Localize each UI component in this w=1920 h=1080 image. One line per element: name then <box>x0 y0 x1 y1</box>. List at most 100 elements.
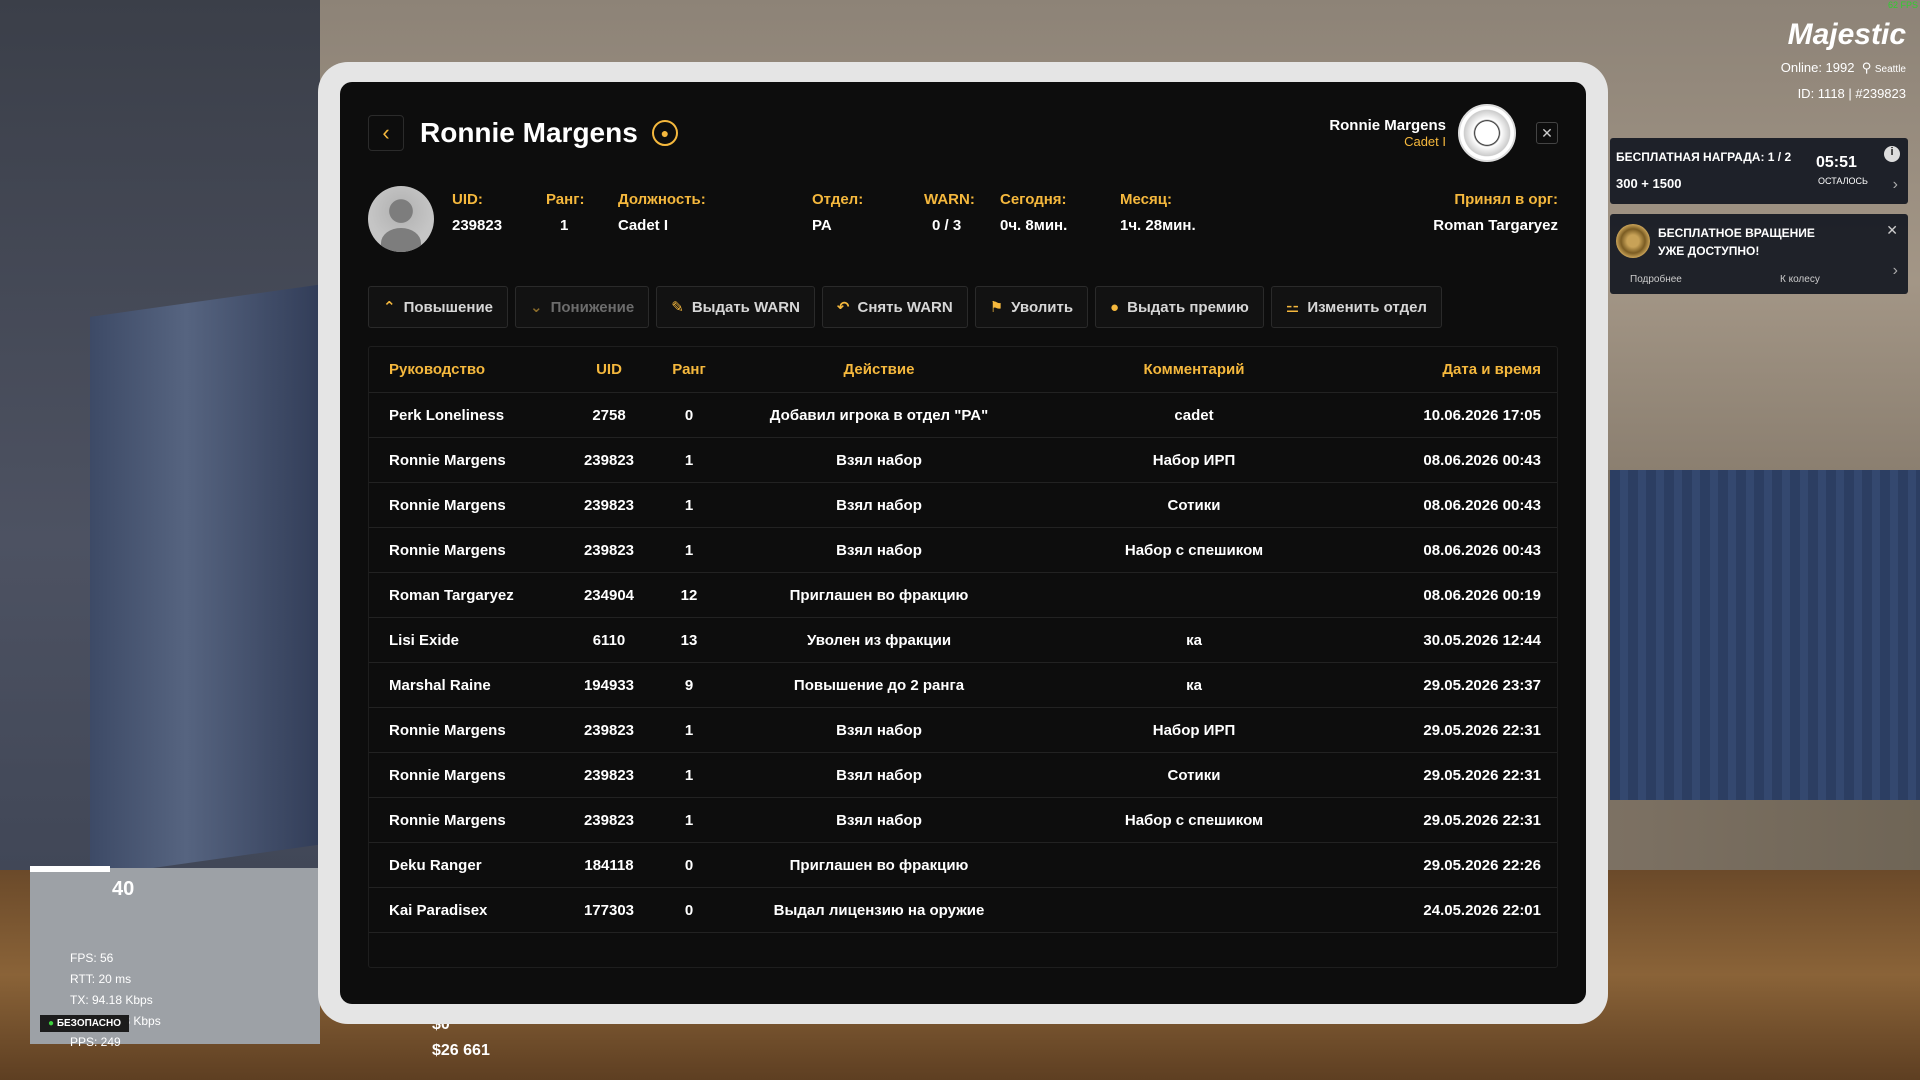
cell-comment: Набор с спешиком <box>1124 541 1264 559</box>
chevron-left-icon: ‹ <box>382 120 390 145</box>
cell-comment: Сотики <box>1167 496 1221 514</box>
table-row: Ronnie Margens 239823 1 Взял набор Сотики 08.… <box>369 483 1557 528</box>
promote-button[interactable]: ⌃ Повышение <box>368 286 509 328</box>
cell-uid: 239823 <box>583 766 635 784</box>
majestic-logo: Majestic <box>1787 18 1906 51</box>
reward-title: БЕСПЛАТНАЯ НАГРАДА: 1 / 2 <box>1616 150 1792 164</box>
warn-label: WARN: <box>924 191 975 208</box>
give-bonus-label: Выдать премию <box>1127 298 1249 316</box>
cell-uid: 239823 <box>583 721 635 739</box>
cell-uid: 239823 <box>583 541 635 559</box>
cell-leader: Ronnie Margens <box>389 766 506 784</box>
table-row: Lisi Exide 6110 13 Уволен из фракции ка 30.05… <box>369 618 1557 663</box>
tablet-frame: ‹ Ronnie Margens ● Ronnie Margens Cadet … <box>318 62 1608 1024</box>
demote-label: Понижение <box>550 298 635 316</box>
cell-uid: 239823 <box>583 451 635 469</box>
col-action: Действие <box>843 361 915 378</box>
uid-field: UID: 239823 <box>452 191 502 234</box>
free-spin-panel[interactable]: БЕСПЛАТНОЕ ВРАЩЕНИЕ УЖЕ ДОСТУПНО! Подроб… <box>1610 214 1908 294</box>
table-row: Deku Ranger 184118 0 Приглашен во фракцию 29… <box>369 843 1557 888</box>
position-field: Должность: Cadet I <box>618 191 706 234</box>
cell-comment: ка <box>1186 631 1202 649</box>
uid-value: 239823 <box>452 217 503 234</box>
back-button[interactable]: ‹ <box>368 115 404 151</box>
month-label: Месяц: <box>1120 191 1172 208</box>
change-department-button[interactable]: ⚍ Изменить отдел <box>1270 286 1442 328</box>
history-table: Руководство UID Ранг Действие Комментари… <box>368 346 1558 968</box>
cell-datetime: 29.05.2026 23:37 <box>1423 676 1541 694</box>
cell-comment: Набор ИРП <box>1152 451 1236 469</box>
give-bonus-button[interactable]: ● Выдать премию <box>1095 286 1264 328</box>
cell-rank: 0 <box>684 406 694 424</box>
cell-rank: 9 <box>684 676 694 694</box>
net-stats: FPS: 56 RTT: 20 ms TX: 94.18 Kbps RX: 36… <box>70 948 161 1053</box>
cell-rank: 12 <box>680 586 698 604</box>
table-row: Ronnie Margens 239823 1 Взял набор Набор ИРП… <box>369 708 1557 753</box>
background-locker <box>90 283 330 877</box>
demote-button[interactable]: ⌄ Понижение <box>515 286 650 328</box>
rtt-stat: RTT: 20 ms <box>70 972 132 986</box>
cell-leader: Roman Targaryez <box>389 586 514 604</box>
spin-title: БЕСПЛАТНОЕ ВРАЩЕНИЕ УЖЕ ДОСТУПНО! <box>1658 226 1815 258</box>
more-link[interactable]: Подробнее <box>1630 274 1682 285</box>
cell-datetime: 08.06.2026 00:43 <box>1423 541 1541 559</box>
cell-action: Взял набор <box>836 496 922 514</box>
cell-action: Добавил игрока в отдел "PA" <box>769 406 989 424</box>
table-row: Ronnie Margens 239823 1 Взял набор Набор ИРП… <box>369 438 1557 483</box>
give-warn-button[interactable]: ✎ Выдать WARN <box>656 286 815 328</box>
accepted-field: Принял в орг: Roman Targaryez <box>1433 191 1558 234</box>
department-label: Отдел: <box>812 191 864 208</box>
cell-action: Взял набор <box>836 451 922 469</box>
cell-leader: Lisi Exide <box>389 631 460 649</box>
change-department-label: Изменить отдел <box>1307 298 1427 316</box>
chevron-right-icon[interactable]: › <box>1893 262 1898 280</box>
header-user-info: Ronnie Margens Cadet I <box>1329 117 1446 149</box>
cell-action: Взял набор <box>836 721 922 739</box>
close-button[interactable]: ✕ <box>1536 122 1558 144</box>
wheel-icon <box>1616 224 1650 258</box>
cell-leader: Ronnie Margens <box>389 541 506 559</box>
cell-action: Приглашен во фракцию <box>789 856 969 874</box>
cell-datetime: 08.06.2026 00:43 <box>1423 496 1541 514</box>
give-warn-label: Выдать WARN <box>691 298 800 316</box>
free-reward-panel[interactable]: БЕСПЛАТНАЯ НАГРАДА: 1 / 2 300 + 1500 05:… <box>1610 138 1908 204</box>
city-text: Seattle <box>1874 64 1906 75</box>
fire-button[interactable]: ⚑ Уволить <box>974 286 1089 328</box>
cell-leader: Ronnie Margens <box>389 496 506 514</box>
reward-timer: 05:51 <box>1816 154 1857 171</box>
health-bar <box>30 866 110 872</box>
online-count: Online: 1992 ⚲ Seattle <box>1781 60 1906 76</box>
member-info: UID: 239823 Ранг: 1 Должность: Cadet I Отде… <box>368 186 1558 252</box>
coin-icon: ● <box>1110 298 1120 316</box>
cell-datetime: 29.05.2026 22:31 <box>1423 766 1541 784</box>
cell-datetime: 30.05.2026 12:44 <box>1423 631 1541 649</box>
safe-zone-badge: ● БЕЗОПАСНО <box>40 1015 129 1032</box>
to-wheel-link[interactable]: К колесу <box>1780 274 1820 285</box>
month-value: 1ч. 28мин. <box>1120 217 1196 234</box>
position-value: Cadet I <box>618 217 669 234</box>
cell-comment: cadet <box>1174 406 1214 424</box>
remove-warn-button[interactable]: ↶ Снять WARN <box>821 286 968 328</box>
close-icon[interactable]: ✕ <box>1886 222 1898 239</box>
shield-icon: ● <box>48 1018 55 1029</box>
accepted-label: Принял в орг: <box>1454 191 1558 208</box>
rank-value: 1 <box>560 217 569 234</box>
today-value: 0ч. 8мин. <box>1000 217 1068 234</box>
cell-rank: 1 <box>684 811 694 829</box>
chevron-right-icon[interactable]: › <box>1893 176 1898 194</box>
cell-leader: Ronnie Margens <box>389 811 506 829</box>
rank-field: Ранг: 1 <box>546 191 584 234</box>
background-panel <box>1610 470 1920 800</box>
undo-icon: ↶ <box>836 299 850 316</box>
table-body: Perk Loneliness 2758 0 Добавил игрока в отд… <box>369 393 1557 933</box>
speed-readout: 40 <box>112 878 135 900</box>
cell-rank: 0 <box>684 901 694 919</box>
col-leader: Руководство <box>389 361 486 378</box>
cell-uid: 6110 <box>592 631 626 649</box>
online-text: Online: 1992 <box>1780 60 1855 75</box>
page-title: Ronnie Margens <box>420 117 638 148</box>
fire-label: Уволить <box>1011 298 1074 316</box>
info-icon[interactable]: i <box>1884 146 1900 162</box>
cell-action: Взял набор <box>836 541 922 559</box>
cell-datetime: 29.05.2026 22:26 <box>1423 856 1541 874</box>
